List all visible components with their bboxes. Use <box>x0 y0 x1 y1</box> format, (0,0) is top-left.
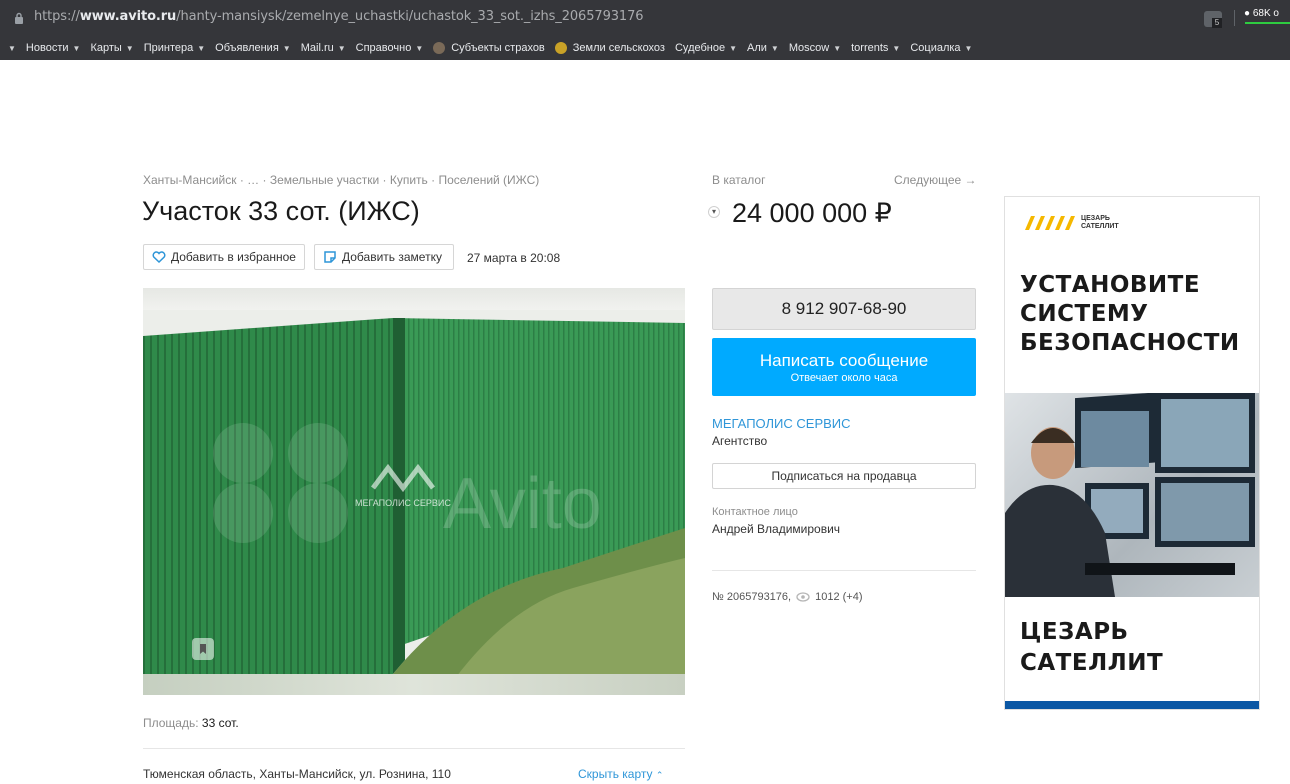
breadcrumb[interactable]: Ханты-Мансийск · … · Земельные участки ·… <box>143 173 539 187</box>
chat-extension-badge[interactable]: ● 68K о <box>1244 8 1279 19</box>
chevron-down-icon[interactable]: ▾ <box>708 206 720 218</box>
note-icon <box>324 251 336 263</box>
show-phone-button[interactable]: 8 912 907-68-90 <box>712 288 976 330</box>
ad-photo <box>1005 392 1259 597</box>
item-meta: № 2065793176, 1012 (+4) <box>712 591 863 603</box>
bookmark-overflow[interactable]: ▼ <box>4 44 16 53</box>
emblem-icon <box>554 42 567 54</box>
bookmark-news[interactable]: Новости ▼ <box>26 42 81 54</box>
chat-badge-underline <box>1245 22 1290 24</box>
seller-type: Агентство <box>712 434 768 448</box>
toolbar-divider <box>1234 10 1235 26</box>
url-text[interactable]: https://www.avito.ru/hanty-mansiysk/zeme… <box>34 9 644 24</box>
emblem-icon <box>433 42 446 54</box>
bookmarks-bar: ▼ Новости ▼ Карты ▼ Принтера ▼ Объявления ▼ … <box>0 36 1290 60</box>
ad-banner[interactable]: ЦЕЗАРЬ САТЕЛЛИТ УСТАНОВИТЕ СИСТЕМУ БЕЗОПА… <box>1004 196 1260 710</box>
next-listing-link[interactable]: Следующее → <box>894 173 977 187</box>
ad-brand: ЦЕЗАРЬ САТЕЛЛИТ <box>1020 619 1164 676</box>
bookmark-printers[interactable]: Принтера ▼ <box>144 42 205 54</box>
item-number: № 2065793176, <box>712 591 792 603</box>
address-bar[interactable]: https://www.avito.ru/hanty-mansiysk/zeme… <box>0 0 1290 36</box>
photo-watermark-brand: МЕГАПОЛИС СЕРВИС <box>355 498 451 508</box>
area-param: Площадь: 33 сот. <box>143 716 239 730</box>
contact-person-name: Андрей Владимирович <box>712 522 841 536</box>
bookmark-agri-land[interactable]: Земли сельскохоз <box>554 42 665 54</box>
subscribe-seller-button[interactable]: Подписаться на продавца <box>712 463 976 489</box>
contact-person-label: Контактное лицо <box>712 506 798 518</box>
listing-photo[interactable]: МЕГАПОЛИС СЕРВИС Avito <box>143 288 685 695</box>
ad-footer-bar <box>1005 701 1259 709</box>
page-title: Участок 33 сот. (ИЖС) <box>142 196 420 226</box>
bookmark-reference[interactable]: Справочно ▼ <box>356 42 424 54</box>
listing-price: 24 000 000 ₽ <box>732 198 892 228</box>
add-note-button[interactable]: Добавить заметку <box>314 244 454 270</box>
section-divider <box>143 748 685 749</box>
lock-icon <box>15 12 23 24</box>
section-divider <box>712 570 976 571</box>
bookmark-insurance[interactable]: Субъекты страхов <box>433 42 545 54</box>
chevron-up-icon: ⌃ <box>655 770 664 780</box>
bookmark-icon[interactable] <box>192 638 214 660</box>
bookmark-court[interactable]: Судебное ▼ <box>675 42 737 54</box>
photo-watermark-avito: Avito <box>443 464 602 544</box>
bookmark-ali[interactable]: Али ▼ <box>747 42 779 54</box>
ad-headline: УСТАНОВИТЕ СИСТЕМУ БЕЗОПАСНОСТИ <box>1020 272 1240 356</box>
address-text: Тюменская область, Ханты-Мансийск, ул. Р… <box>143 767 451 781</box>
bookmark-maps[interactable]: Карты ▼ <box>90 42 133 54</box>
seller-name-link[interactable]: МЕГАПОЛИС СЕРВИС <box>712 416 851 431</box>
add-favorite-button[interactable]: Добавить в избранное <box>143 244 305 270</box>
view-count: 1012 (+4) <box>815 591 863 603</box>
bookmark-mailru[interactable]: Mail.ru ▼ <box>301 42 346 54</box>
hide-map-link[interactable]: Скрыть карту ⌃ <box>578 767 663 781</box>
extension-badge: 5 <box>1212 18 1222 28</box>
heart-icon <box>152 251 166 263</box>
bookmark-moscow[interactable]: Moscow ▼ <box>789 42 841 54</box>
operator-monitors-photo <box>1005 392 1255 597</box>
ad-logo: ЦЕЗАРЬ САТЕЛЛИТ <box>1021 215 1119 231</box>
bookmark-torrents[interactable]: torrents ▼ <box>851 42 900 54</box>
posted-date: 27 марта в 20:08 <box>467 251 561 265</box>
eye-icon <box>796 592 810 602</box>
fence-photo: МЕГАПОЛИС СЕРВИС Avito <box>143 318 685 695</box>
bookmark-ads[interactable]: Объявления ▼ <box>215 42 291 54</box>
stripes-logo-icon <box>1025 216 1075 230</box>
photo-ground <box>143 674 685 695</box>
send-message-button[interactable]: Написать сообщение Отвечает около часа <box>712 338 976 396</box>
bookmark-social[interactable]: Социалка ▼ <box>910 42 972 54</box>
catalog-link[interactable]: В каталог <box>712 173 765 187</box>
